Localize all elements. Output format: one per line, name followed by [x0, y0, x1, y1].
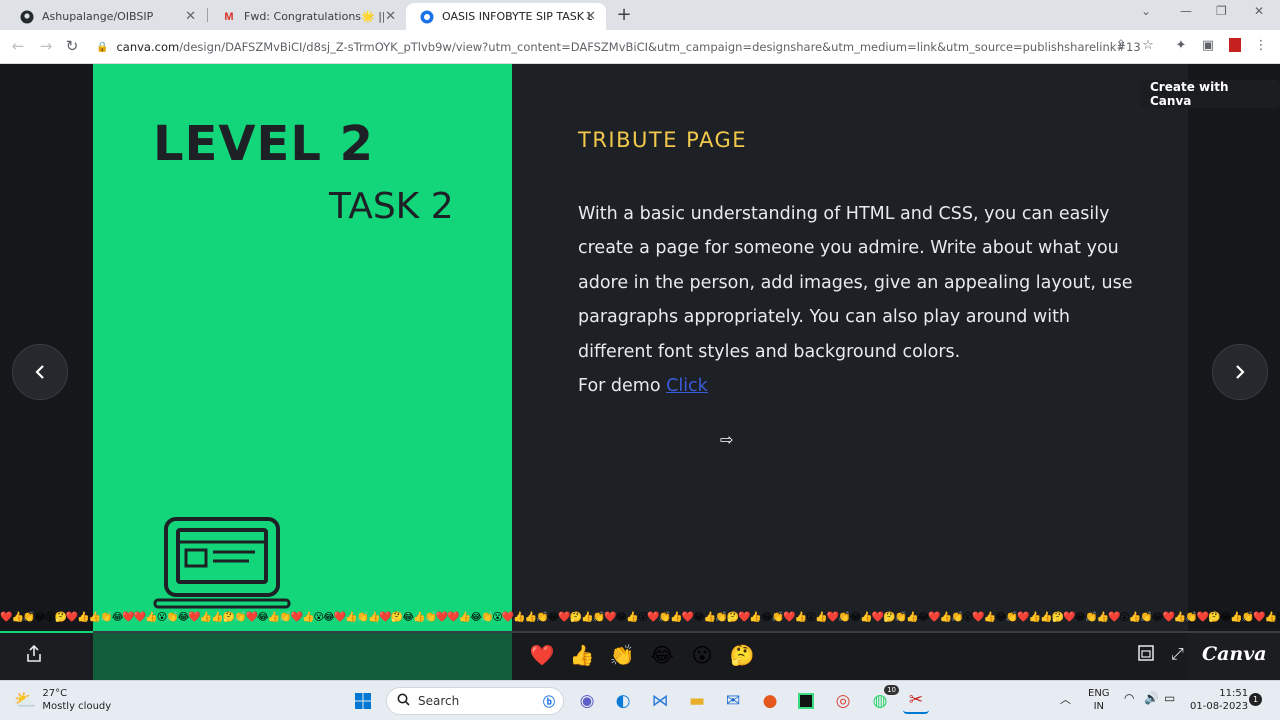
whatsapp-icon[interactable]: ◍ 10	[867, 685, 899, 714]
reload-icon[interactable]: ↻	[62, 37, 82, 55]
url-text: canva.com/design/DAFSZMvBiCI/d8sj_Z-sTrm…	[116, 40, 1141, 54]
laptop-icon	[153, 514, 293, 618]
file-explorer-icon[interactable]: ▬	[684, 688, 710, 714]
bookmark-star-icon[interactable]: ☆	[1139, 38, 1157, 53]
battery-icon[interactable]: ▭	[1164, 692, 1175, 705]
back-icon[interactable]: ←	[8, 37, 28, 55]
tab-search-icon[interactable]: ⌄	[1141, 4, 1151, 18]
vscode-icon[interactable]: ⋈	[647, 688, 673, 714]
chrome-icon[interactable]: ◎	[830, 688, 856, 714]
url-bar[interactable]: 🔒 canva.com/design/DAFSZMvBiCI/d8sj_Z-sT…	[90, 34, 1168, 60]
reaction-clap[interactable]: 👏	[608, 643, 636, 667]
profile-avatar[interactable]	[1226, 38, 1244, 56]
body-text: With a basic understanding of HTML and C…	[578, 204, 1133, 362]
address-bar-row: ← → ↻ 🔒 canva.com/design/DAFSZMvBiCI/d8s…	[0, 30, 1280, 64]
reaction-stream: ❤️👍👏😂😮🤔❤️👍👍👏😂❤️❤️👍😮👏😂❤️👍👍🤔👏❤️😂👍👏❤️👍😮😂❤️👍…	[0, 612, 1280, 623]
reaction-thinking[interactable]: 🤔	[728, 643, 756, 667]
canva-logo[interactable]: Canva	[1202, 643, 1267, 665]
weather-temp: 27°C	[42, 688, 68, 699]
wifi-icon[interactable]: ◠	[1124, 692, 1134, 705]
level-heading: LEVEL 2	[153, 116, 375, 172]
windows-start-icon[interactable]	[350, 688, 376, 714]
create-with-canva-button[interactable]: Create with Canva	[1140, 80, 1280, 108]
tab-title: OASIS INFOBYTE SIP TASK LIST	[442, 10, 592, 23]
teams-chat-icon[interactable]: ◉	[574, 688, 600, 714]
close-icon[interactable]: ✕	[385, 9, 396, 24]
mouse-cursor-icon: ⇨	[720, 430, 734, 449]
share-icon[interactable]	[26, 644, 42, 668]
task-heading: TASK 2	[329, 186, 454, 227]
tab-title: Fwd: Congratulations🌟 || Offer	[244, 10, 384, 23]
language-indicator[interactable]: ENG IN	[1088, 687, 1110, 713]
lock-icon: 🔒	[96, 41, 109, 53]
viewer-toolbar: ❤️ 👍 👏 😂 😮 🤔 ⤢ Canva	[0, 633, 1280, 680]
slide-body: With a basic understanding of HTML and C…	[578, 197, 1148, 403]
toolbar-green-section	[93, 633, 512, 680]
weather-desc: Mostly cloudy	[42, 701, 112, 712]
chevron-right-icon	[1236, 365, 1245, 379]
whatsapp-badge: 10	[884, 685, 899, 695]
share-page-icon[interactable]: ⇪	[1112, 38, 1130, 53]
canva-icon	[420, 10, 434, 24]
slide-title: TRIBUTE PAGE	[578, 128, 748, 152]
reaction-laugh[interactable]: 😂	[648, 643, 676, 667]
demo-link[interactable]: Click	[666, 376, 708, 396]
canva-viewer: LEVEL 2 TASK 2 TRIBUTE PAGE With a basic…	[0, 64, 1280, 680]
tab-canva[interactable]: OASIS INFOBYTE SIP TASK LIST ✕	[406, 3, 606, 30]
search-icon	[397, 693, 410, 709]
sidepanel-icon[interactable]: ▣	[1199, 38, 1217, 53]
fullscreen-icon[interactable]: ⤢	[1171, 644, 1184, 664]
search-placeholder: Search	[418, 694, 460, 708]
reaction-heart[interactable]: ❤️	[528, 643, 556, 667]
pycharm-icon[interactable]	[793, 688, 819, 714]
minimize-icon[interactable]: —	[1180, 4, 1192, 18]
clock[interactable]: 11:51 01-08-2023	[1190, 687, 1248, 713]
new-tab-button[interactable]: +	[614, 4, 634, 25]
close-icon[interactable]: ✕	[585, 9, 596, 24]
tab-title: Ashupalange/OIBSIP	[42, 10, 154, 23]
weather-widget[interactable]: ⛅ 27°C Mostly cloudy	[14, 687, 111, 713]
window-close-icon[interactable]: ✕	[1254, 4, 1264, 18]
demo-prefix: For demo	[578, 376, 667, 397]
github-icon	[20, 10, 34, 24]
firefox-icon[interactable]: ●	[757, 688, 783, 714]
snipping-tool-icon[interactable]: ✂	[903, 688, 929, 714]
cloud-sun-icon: ⛅	[14, 689, 37, 711]
mail-icon[interactable]: ✉	[720, 688, 746, 714]
next-slide-button[interactable]	[1212, 344, 1268, 400]
notification-badge[interactable]: 1	[1249, 693, 1262, 706]
reaction-surprised[interactable]: 😮	[688, 643, 716, 667]
edge-icon[interactable]: ◐	[610, 688, 636, 714]
tray-chevron-icon[interactable]: ︿	[1060, 693, 1071, 706]
menu-icon[interactable]: ⋮	[1252, 38, 1270, 53]
prev-slide-button[interactable]	[12, 344, 68, 400]
volume-icon[interactable]: 🔊	[1144, 692, 1159, 705]
maximize-icon[interactable]: ❐	[1216, 4, 1227, 18]
bing-icon[interactable]: ⓑ	[543, 693, 555, 710]
reaction-thumbs-up[interactable]: 👍	[568, 643, 596, 667]
slide-grid-icon[interactable]	[1137, 644, 1155, 666]
extensions-icon[interactable]: ✦	[1172, 38, 1190, 53]
tab-bar: Ashupalange/OIBSIP ✕ M Fwd: Congratulati…	[0, 0, 1280, 30]
windows-taskbar: ⛅ 27°C Mostly cloudy Search ⓑ ◉ ◐ ⋈ ▬ ✉ …	[0, 680, 1280, 720]
gmail-icon: M	[224, 10, 234, 23]
tab-gmail[interactable]: M Fwd: Congratulations🌟 || Offer ✕	[208, 3, 406, 30]
tab-github[interactable]: Ashupalange/OIBSIP ✕	[6, 3, 206, 30]
chevron-left-icon	[35, 365, 44, 379]
taskbar-search[interactable]: Search ⓑ	[386, 687, 564, 715]
reaction-bar: ❤️ 👍 👏 😂 😮 🤔	[528, 643, 756, 667]
close-icon[interactable]: ✕	[185, 9, 196, 24]
forward-icon[interactable]: →	[36, 37, 56, 55]
